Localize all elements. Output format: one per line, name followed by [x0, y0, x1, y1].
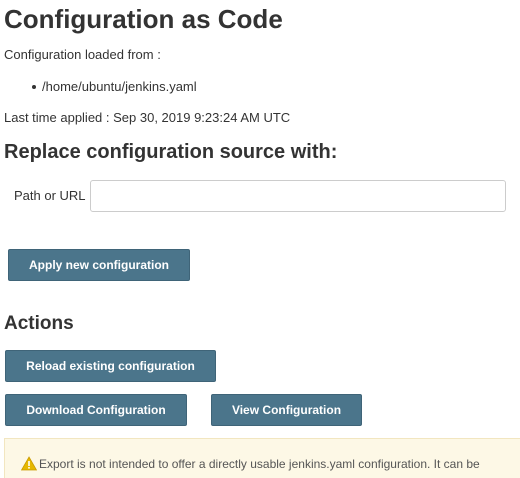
config-source-path: /home/ubuntu/jenkins.yaml — [42, 79, 197, 94]
reload-existing-configuration-button[interactable]: Reload existing configuration — [5, 350, 216, 382]
page-title: Configuration as Code — [4, 4, 283, 34]
warning-icon — [21, 456, 37, 471]
config-loaded-from-label: Configuration loaded from : — [4, 47, 161, 62]
bullet-icon — [32, 85, 36, 89]
download-configuration-button[interactable]: Download Configuration — [5, 394, 187, 426]
view-configuration-button[interactable]: View Configuration — [211, 394, 362, 426]
path-or-url-input[interactable] — [90, 180, 506, 212]
path-or-url-label: Path or URL — [14, 188, 86, 203]
export-warning-text: Export is not intended to offer a direct… — [39, 457, 480, 471]
actions-section-title: Actions — [4, 313, 74, 334]
list-item: /home/ubuntu/jenkins.yaml — [32, 79, 197, 94]
export-warning-box: Export is not intended to offer a direct… — [4, 438, 520, 478]
config-source-list: /home/ubuntu/jenkins.yaml — [32, 79, 197, 94]
last-applied-text: Last time applied : Sep 30, 2019 9:23:24… — [4, 110, 291, 125]
apply-new-configuration-button[interactable]: Apply new configuration — [8, 249, 190, 281]
page: Configuration as Code Configuration load… — [0, 0, 520, 478]
replace-section-title: Replace configuration source with: — [4, 141, 338, 163]
